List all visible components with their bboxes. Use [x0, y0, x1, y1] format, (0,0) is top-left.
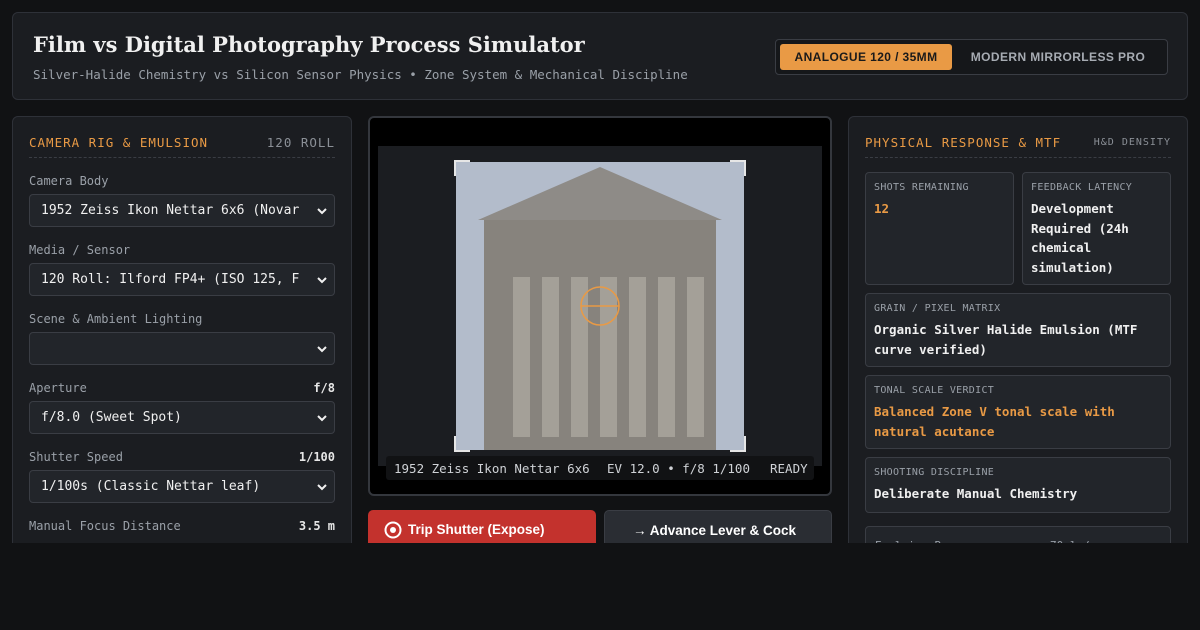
- tonal-scale-card: TONAL SCALE VERDICT Balanced Zone V tona…: [865, 375, 1171, 449]
- feedback-latency-value: Development Required (24h chemical simul…: [1031, 201, 1129, 275]
- panel-header: CAMERA RIG & EMULSION 120 ROLL: [29, 135, 335, 158]
- panel-title: CAMERA RIG & EMULSION: [29, 135, 209, 150]
- shooting-discipline-card: SHOOTING DISCIPLINE Deliberate Manual Ch…: [865, 457, 1171, 513]
- select-value: 1952 Zeiss Ikon Nettar 6x6 (Novar: [41, 203, 300, 218]
- shutter-speed-label: Shutter Speed: [29, 450, 123, 464]
- chevron-down-icon: [317, 277, 327, 284]
- advance-lever-label: → Advance Lever & Cock: [633, 523, 797, 538]
- mode-analogue-button[interactable]: ANALOGUE 120 / 35MM: [780, 44, 952, 70]
- trip-shutter-label: Trip Shutter (Expose): [408, 522, 545, 537]
- media-sensor-label: Media / Sensor: [29, 243, 131, 257]
- camera-body-select[interactable]: 1952 Zeiss Ikon Nettar 6x6 (Novar: [29, 194, 335, 227]
- status-state: READY: [770, 461, 808, 476]
- card-label: TONAL SCALE VERDICT: [874, 385, 995, 396]
- chevron-down-icon: [317, 484, 327, 491]
- card-label: GRAIN / PIXEL MATRIX: [874, 303, 1001, 314]
- shots-remaining-value: 12: [874, 201, 890, 216]
- scene-lighting-select[interactable]: [29, 332, 335, 365]
- feedback-latency-card: FEEDBACK LATENCY Development Required (2…: [1022, 172, 1171, 285]
- status-exposure: EV 12.0 • f/8 1/100: [607, 461, 750, 476]
- aperture-label: Aperture: [29, 381, 87, 395]
- select-value: 120 Roll: Ilford FP4+ (ISO 125, F: [41, 272, 300, 287]
- grain-matrix-value: Organic Silver Halide Emulsion (MTF curv…: [874, 322, 1138, 357]
- panel-header: PHYSICAL RESPONSE & MTF H&D DENSITY: [865, 135, 1171, 158]
- panel-tag: H&D DENSITY: [1093, 137, 1171, 148]
- status-camera: 1952 Zeiss Ikon Nettar 6x6: [394, 461, 590, 476]
- viewfinder-status-bar: 1952 Zeiss Ikon Nettar 6x6 EV 12.0 • f/8…: [386, 456, 814, 480]
- camera-rig-panel: CAMERA RIG & EMULSION 120 ROLL Camera Bo…: [12, 116, 352, 556]
- panel-title: PHYSICAL RESPONSE & MTF: [865, 135, 1062, 150]
- tonal-scale-value: Balanced Zone V tonal scale with natural…: [874, 404, 1115, 439]
- shutter-target-icon: [384, 521, 402, 539]
- viewport-cutoff: [0, 543, 1200, 630]
- camera-body-label: Camera Body: [29, 174, 109, 188]
- card-label: SHOOTING DISCIPLINE: [874, 467, 995, 478]
- viewfinder: 1952 Zeiss Ikon Nettar 6x6 EV 12.0 • f/8…: [368, 116, 832, 496]
- app-header: Film vs Digital Photography Process Simu…: [12, 12, 1188, 100]
- chevron-down-icon: [317, 208, 327, 215]
- select-value: f/8.0 (Sweet Spot): [41, 410, 182, 425]
- select-value: 1/100s (Classic Nettar leaf): [41, 479, 261, 494]
- media-sensor-select[interactable]: 120 Roll: Ilford FP4+ (ISO 125, F: [29, 263, 335, 296]
- mode-mirrorless-button[interactable]: MODERN MIRRORLESS PRO: [960, 44, 1156, 70]
- focus-distance-readout: 3.5 m: [298, 519, 335, 533]
- grain-matrix-card: GRAIN / PIXEL MATRIX Organic Silver Hali…: [865, 293, 1171, 367]
- aperture-readout: f/8: [313, 381, 335, 395]
- card-label: FEEDBACK LATENCY: [1031, 182, 1133, 193]
- shots-remaining-card: SHOTS REMAINING 12: [865, 172, 1014, 285]
- viewfinder-scene: [378, 146, 822, 466]
- scene-lighting-label: Scene & Ambient Lighting: [29, 312, 203, 326]
- page-subtitle: Silver-Halide Chemistry vs Silicon Senso…: [33, 67, 688, 82]
- aperture-select[interactable]: f/8.0 (Sweet Spot): [29, 401, 335, 434]
- physical-response-panel: PHYSICAL RESPONSE & MTF H&D DENSITY SHOT…: [848, 116, 1188, 566]
- shutter-speed-select[interactable]: 1/100s (Classic Nettar leaf): [29, 470, 335, 503]
- chevron-down-icon: [317, 346, 327, 353]
- card-label: SHOTS REMAINING: [874, 182, 969, 193]
- shooting-discipline-value: Deliberate Manual Chemistry: [874, 486, 1078, 501]
- shutter-speed-readout: 1/100: [298, 450, 335, 464]
- panel-tag: 120 ROLL: [266, 135, 335, 150]
- focus-distance-label: Manual Focus Distance: [29, 519, 181, 533]
- mode-toggle: ANALOGUE 120 / 35MM MODERN MIRRORLESS PR…: [775, 39, 1168, 75]
- page-title: Film vs Digital Photography Process Simu…: [33, 32, 585, 57]
- chevron-down-icon: [317, 415, 327, 422]
